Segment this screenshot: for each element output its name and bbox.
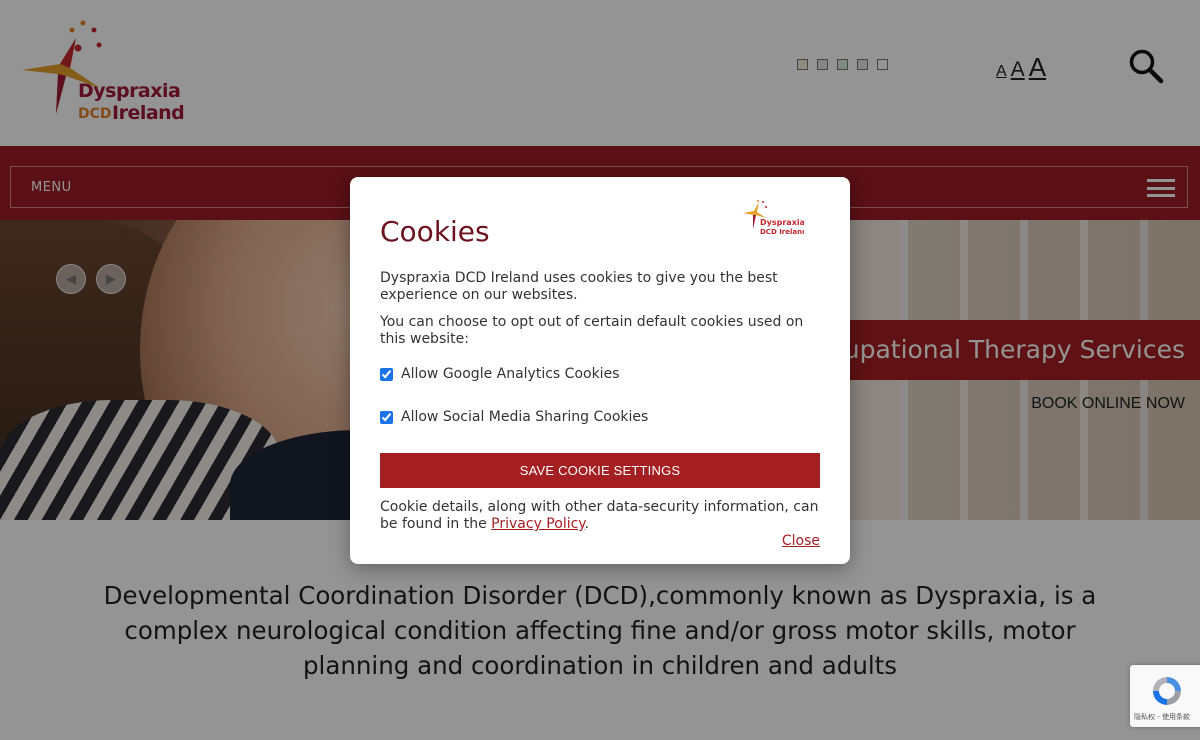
logo-star-icon: Dyspraxia DCD Ireland	[743, 200, 807, 236]
cookie-modal-logo-line2: DCD Ireland	[760, 228, 804, 236]
cookie-intro-text: Dyspraxia DCD Ireland uses cookies to gi…	[380, 270, 778, 303]
recaptcha-footer-text: 隐私权 - 使用条款	[1134, 713, 1190, 721]
cookie-modal: Cookies Dyspraxia DCD Ireland Dyspraxia …	[350, 177, 850, 564]
cookie-details-prefix: Cookie details, along with other data-se…	[380, 499, 819, 532]
analytics-cookie-option[interactable]: Allow Google Analytics Cookies	[380, 366, 619, 382]
close-modal-link[interactable]: Close	[782, 533, 820, 549]
analytics-cookie-checkbox[interactable]	[380, 367, 393, 381]
analytics-cookie-label: Allow Google Analytics Cookies	[401, 366, 620, 382]
cookie-details-text: Cookie details, along with other data-se…	[380, 499, 820, 533]
cookie-opt-out-text: You can choose to opt out of certain def…	[380, 314, 804, 347]
social-cookie-label: Allow Social Media Sharing Cookies	[401, 409, 649, 425]
cookie-modal-logo-line1: Dyspraxia	[760, 218, 804, 227]
cookie-modal-title: Cookies	[380, 215, 490, 248]
recaptcha-icon	[1153, 677, 1181, 705]
social-cookie-checkbox[interactable]	[380, 410, 393, 424]
cookie-modal-logo: Dyspraxia DCD Ireland	[742, 199, 807, 239]
privacy-policy-link[interactable]: Privacy Policy	[491, 516, 584, 532]
recaptcha-badge[interactable]: 隐私权 - 使用条款	[1130, 665, 1200, 727]
save-cookie-settings-button[interactable]: SAVE COOKIE SETTINGS	[380, 453, 820, 488]
cookie-details-suffix: .	[584, 516, 590, 532]
social-cookie-option[interactable]: Allow Social Media Sharing Cookies	[380, 409, 648, 425]
